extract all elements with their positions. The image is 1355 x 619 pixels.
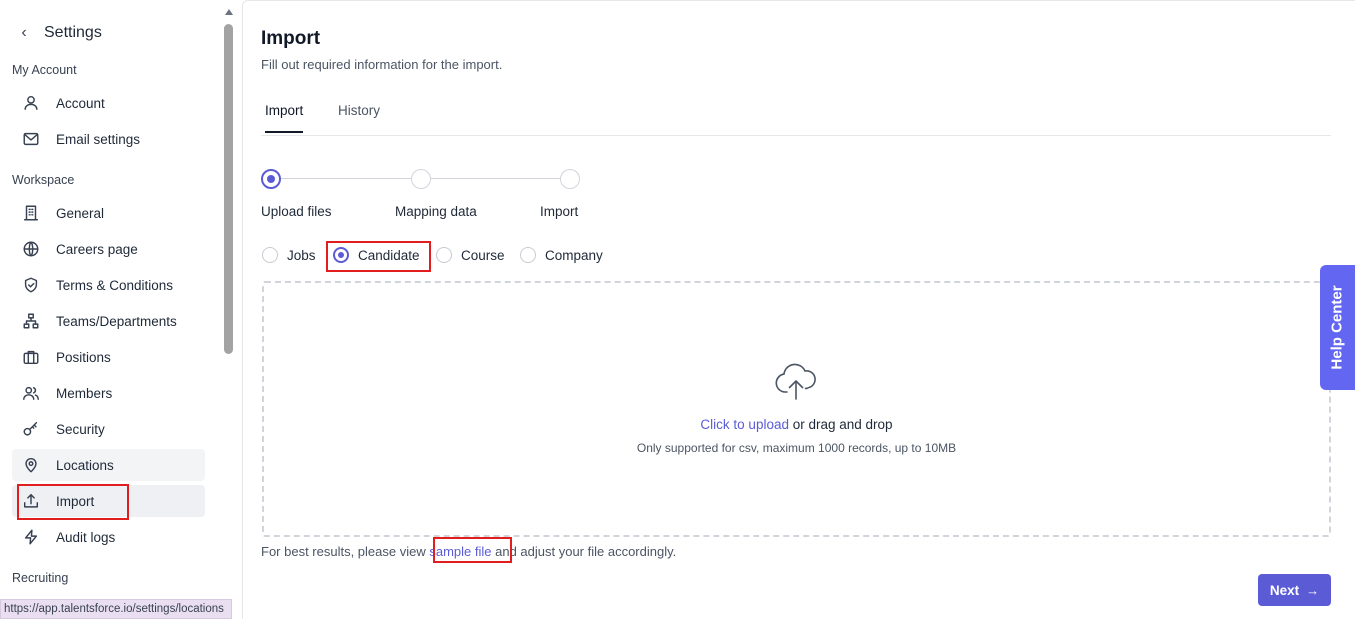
sidebar-header: ‹ Settings [12,22,102,44]
sidebar-item-terms-conditions[interactable]: Terms & Conditions [12,269,205,301]
step-dot-import [560,169,580,189]
radio-circle[interactable] [436,247,452,263]
radio-label: Course [461,247,505,263]
file-dropzone[interactable]: Click to upload or drag and drop Only su… [262,281,1331,537]
sidebar-item-account[interactable]: Account [12,87,205,119]
sidebar-scrollbar[interactable] [222,0,236,619]
step-connector [281,178,411,179]
settings-sidebar: ‹ Settings My Account Account Email sett… [0,0,222,619]
radio-label: Jobs [287,247,316,263]
sidebar-item-email-settings[interactable]: Email settings [12,123,205,155]
sidebar-item-label: Members [56,385,113,401]
sidebar-item-positions[interactable]: Positions [12,341,205,373]
sidebar-item-security[interactable]: Security [12,413,205,445]
radio-jobs[interactable]: Jobs [262,245,316,265]
section-my-account: My Account [12,63,77,77]
page-title: Import [261,28,321,49]
sidebar-item-locations[interactable]: Locations [12,449,205,481]
radio-label: Company [545,247,603,263]
sidebar-item-careers-page[interactable]: Careers page [12,233,205,265]
page-subtitle: Fill out required information for the im… [261,57,503,72]
radio-circle[interactable] [520,247,536,263]
step-label-upload-files: Upload files [261,204,332,219]
sidebar-item-label: Audit logs [56,529,116,545]
org-chart-icon [21,311,41,331]
sidebar-item-label: Locations [56,457,114,473]
dropzone-note: Only supported for csv, maximum 1000 rec… [636,441,957,455]
bolt-icon [21,527,41,547]
sidebar-item-label: Positions [56,349,111,365]
sidebar-item-members[interactable]: Members [12,377,205,409]
main-content: Import Fill out required information for… [242,0,1355,619]
help-center-label: Help Center [1329,285,1346,370]
sidebar-item-label: Terms & Conditions [56,277,174,293]
tab-history[interactable]: History [338,103,380,131]
tab-bar: Import History [261,97,1331,136]
click-to-upload-link[interactable]: Click to upload [700,417,789,432]
highlight-box-import [17,484,129,520]
building-icon [21,203,41,223]
section-recruiting: Recruiting [12,571,69,585]
user-icon [21,93,41,113]
sidebar-item-audit-logs[interactable]: Audit logs [12,521,205,553]
radio-circle[interactable] [262,247,278,263]
globe-icon [21,239,41,259]
shield-check-icon [21,275,41,295]
next-button-label: Next [1269,582,1300,598]
help-center-tab[interactable]: Help Center [1320,265,1355,390]
sidebar-item-label: Email settings [56,131,141,147]
sidebar-item-label: General [56,205,105,221]
arrow-right-icon: → [1306,582,1320,598]
section-workspace: Workspace [12,173,75,187]
step-dot-mapping-data [411,169,431,189]
step-dot-upload-files [261,169,281,189]
next-button[interactable]: Next → [1258,574,1331,606]
drag-drop-text: or drag and drop [788,417,893,432]
tab-import[interactable]: Import [265,103,304,133]
mail-icon [21,129,41,149]
sidebar-item-label: Teams/Departments [56,313,177,329]
map-pin-icon [21,455,41,475]
briefcase-icon [21,347,41,367]
browser-status-url: https://app.talentsforce.io/settings/loc… [0,599,232,619]
highlight-box-candidate [326,241,431,272]
step-connector [431,178,560,179]
chevron-left-icon[interactable]: ‹ [12,22,36,44]
hint-after: and adjust your file accordingly. [491,544,677,559]
scroll-thumb[interactable] [224,24,233,354]
step-label-mapping-data: Mapping data [395,204,477,219]
dropzone-instruction: Click to upload or drag and drop [264,417,1329,432]
key-icon [21,419,41,439]
users-icon [21,383,41,403]
import-stepper: Upload files Mapping data Import [261,169,591,229]
scroll-up-arrow-icon[interactable] [225,9,233,15]
sidebar-item-label: Security [56,421,105,437]
step-label-import: Import [540,204,579,219]
cloud-upload-icon [774,361,820,403]
sidebar-item-label: Account [56,95,105,111]
sidebar-item-general[interactable]: General [12,197,205,229]
hint-before: For best results, please view [261,544,430,559]
sidebar-item-teams-departments[interactable]: Teams/Departments [12,305,205,337]
radio-course[interactable]: Course [436,245,505,265]
highlight-box-sample-file [433,537,512,563]
sidebar-title: Settings [44,24,102,41]
radio-company[interactable]: Company [520,245,603,265]
sidebar-item-label: Careers page [56,241,138,257]
